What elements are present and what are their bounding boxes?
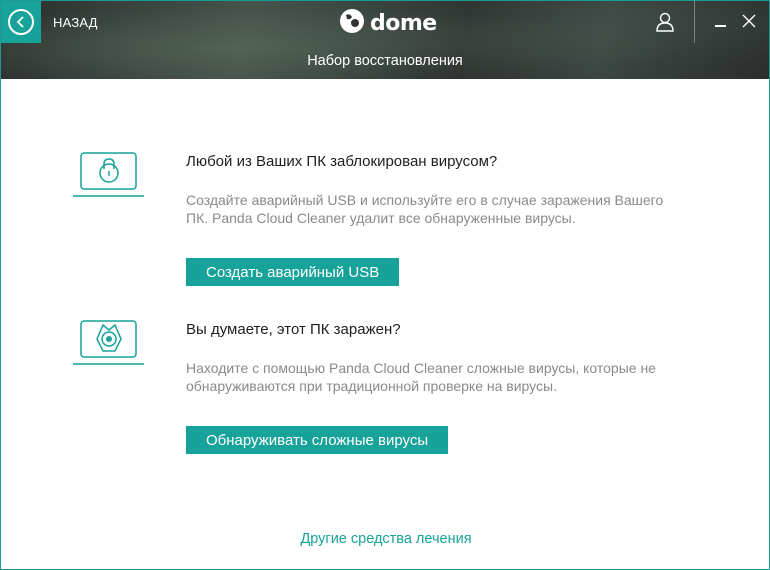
header-divider [694, 1, 695, 43]
back-label[interactable]: НАЗАД [53, 15, 98, 30]
section-title-infected: Вы думаете, этот ПК заражен? [186, 321, 401, 338]
desc-line: ПК. Panda Cloud Cleaner удалит все обнар… [186, 210, 576, 226]
app-window: НАЗАД dome Набор восстановления Любой из… [0, 0, 770, 570]
logo-text: dome [370, 11, 437, 36]
detect-viruses-button[interactable]: Обнаруживать сложные вирусы [186, 426, 449, 454]
target-icon [73, 319, 145, 372]
section-desc-locked: Создайте аварийный USB и используйте его… [186, 191, 726, 227]
lock-icon [73, 151, 145, 204]
back-button[interactable] [1, 1, 41, 43]
create-usb-button[interactable]: Создать аварийный USB [186, 258, 400, 286]
desc-line: Создайте аварийный USB и используйте его… [186, 192, 664, 208]
desc-line: Находите с помощью Panda Cloud Cleaner с… [186, 360, 656, 376]
section-title-locked: Любой из Ваших ПК заблокирован вирусом? [186, 153, 498, 170]
page-title: Набор восстановления [307, 53, 463, 69]
section-desc-infected: Находите с помощью Panda Cloud Cleaner с… [186, 359, 726, 395]
panda-logo-icon [339, 8, 365, 39]
other-remedies-link[interactable]: Другие средства лечения [1, 531, 769, 547]
minimize-icon[interactable] [713, 13, 729, 29]
desc-line: обнаруживаются при традиционной проверке… [186, 378, 557, 394]
chevron-left-icon [8, 9, 34, 35]
dome-logo: dome [339, 8, 437, 39]
close-icon[interactable] [741, 13, 757, 29]
user-icon[interactable] [655, 12, 675, 37]
